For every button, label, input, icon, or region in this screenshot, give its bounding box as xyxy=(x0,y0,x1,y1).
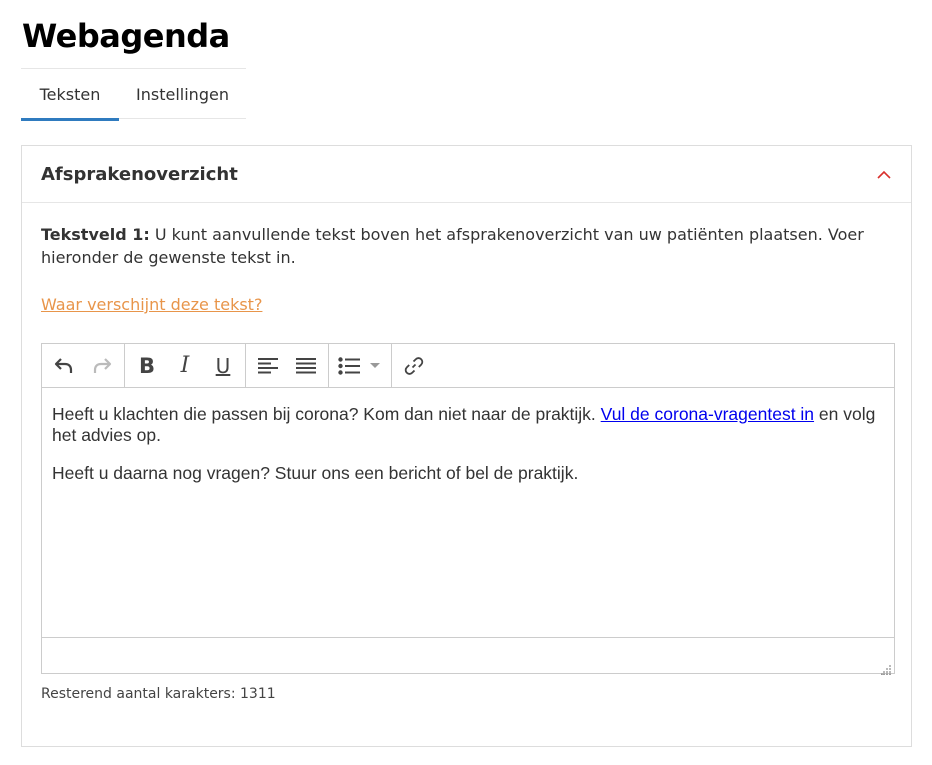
align-group xyxy=(246,344,329,387)
tab-teksten[interactable]: Teksten xyxy=(21,69,119,121)
paragraph-1-text: Heeft u klachten die passen bij corona? … xyxy=(52,404,601,424)
editor-paragraph-2: Heeft u daarna nog vragen? Stuur ons een… xyxy=(52,463,579,483)
editor-paragraph-1: Heeft u klachten die passen bij corona? … xyxy=(52,404,884,446)
link-group xyxy=(392,344,436,387)
align-left-icon[interactable] xyxy=(249,349,287,383)
page-title: Webagenda xyxy=(22,17,230,55)
link-icon[interactable] xyxy=(395,349,433,383)
panel-header[interactable]: Afsprakenoverzicht xyxy=(22,146,911,203)
undo-icon[interactable] xyxy=(45,349,83,383)
description-text: U kunt aanvullende tekst boven het afspr… xyxy=(41,225,864,267)
panel-title: Afsprakenoverzicht xyxy=(41,163,238,185)
bold-button[interactable]: B xyxy=(128,349,166,383)
underline-button[interactable]: U xyxy=(204,349,242,383)
editor-toolbar: B I U xyxy=(42,344,894,388)
italic-button[interactable]: I xyxy=(166,349,204,383)
description-label: Tekstveld 1: xyxy=(41,225,150,244)
history-group xyxy=(42,344,125,387)
chevron-down-icon xyxy=(370,363,380,368)
chevron-up-icon[interactable] xyxy=(875,165,893,183)
editor-content-area[interactable]: Heeft u klachten die passen bij corona? … xyxy=(42,388,894,638)
help-link[interactable]: Waar verschijnt deze tekst? xyxy=(41,295,262,314)
bullet-list-dropdown[interactable] xyxy=(332,349,388,383)
rich-text-editor: B I U Heeft u klachten die passen bij co… xyxy=(41,343,895,676)
redo-icon[interactable] xyxy=(83,349,121,383)
afsprakenoverzicht-panel: Afsprakenoverzicht Tekstveld 1: U kunt a… xyxy=(21,145,912,747)
tab-instellingen[interactable]: Instellingen xyxy=(119,69,246,119)
corona-test-link[interactable]: Vul de corona-vragentest in xyxy=(601,404,814,424)
format-group: B I U xyxy=(125,344,246,387)
description: Tekstveld 1: U kunt aanvullende tekst bo… xyxy=(41,223,892,269)
editor-statusbar xyxy=(42,637,894,676)
resize-handle-icon[interactable] xyxy=(881,660,891,676)
remaining-characters: Resterend aantal karakters: 1311 xyxy=(41,686,276,702)
panel-body: Tekstveld 1: U kunt aanvullende tekst bo… xyxy=(22,203,911,314)
align-justify-icon[interactable] xyxy=(287,349,325,383)
tab-bar: Teksten Instellingen xyxy=(21,68,246,121)
bullet-list-icon xyxy=(338,356,360,375)
list-group xyxy=(329,344,392,387)
